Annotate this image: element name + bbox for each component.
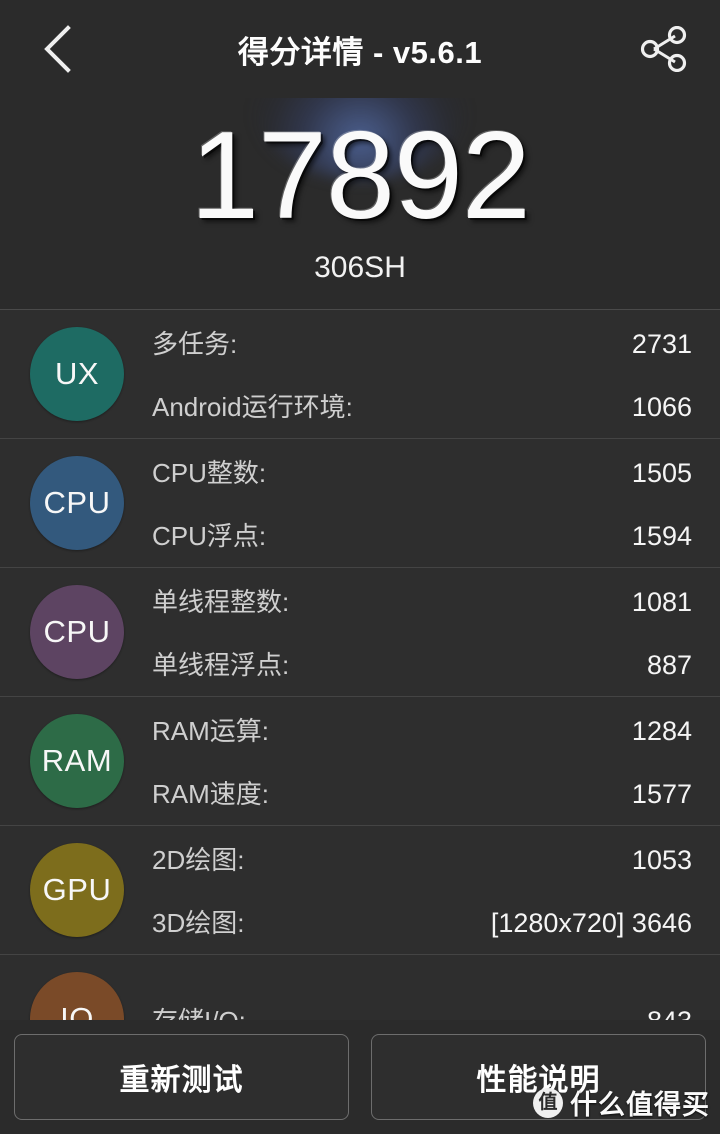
metric-value: [1280x720] 3646 [490,908,692,938]
category-badge-ux: UX [30,327,124,421]
score-group-row[interactable]: CPU CPU整数: 1505 CPU浮点: 1594 [0,438,720,567]
metric-label: 3D绘图: [152,908,245,938]
category-badge-ram: RAM [30,714,124,808]
metric-label: RAM运算: [152,716,270,746]
metric-value: 1594 [631,521,692,551]
total-score-panel: 17892 306SH [0,98,720,309]
metric-label: 存储I/O: [152,1001,246,1021]
chevron-left-icon [41,24,75,74]
page-title: 得分详情 - v5.6.1 [237,34,483,70]
metric-label: Android运行环境: [152,392,353,422]
metric-item: RAM运算: 1284 [152,711,692,748]
metric-item: 单线程浮点: 887 [152,645,692,682]
metric-item: 3D绘图: [1280x720] 3646 [152,903,692,940]
metric-item: 多任务: 2731 [152,324,692,361]
score-group-row[interactable]: CPU 单线程整数: 1081 单线程浮点: 887 [0,567,720,696]
score-group-row[interactable]: GPU 2D绘图: 1053 3D绘图: [1280x720] 3646 [0,825,720,954]
metric-item: 2D绘图: 1053 [152,840,692,877]
back-button[interactable] [20,10,96,88]
category-badge-cpu-multicore: CPU [30,456,124,550]
score-group-row[interactable]: RAM RAM运算: 1284 RAM速度: 1577 [0,696,720,825]
metric-label: 单线程浮点: [152,650,290,680]
metric-list: RAM运算: 1284 RAM速度: 1577 [152,711,692,811]
category-badge-label: CPU [43,485,111,520]
metric-value: 2731 [631,329,692,359]
total-score-value: 17892 [190,107,531,245]
metric-value: 1505 [631,458,692,488]
metric-item: 存储I/O: 843 [152,1001,692,1021]
metric-item: CPU浮点: 1594 [152,516,692,553]
metric-value: 843 [647,1006,692,1021]
category-badge-label: UX [54,356,100,391]
score-breakdown-list[interactable]: UX 多任务: 2731 Android运行环境: 1066 CPU CPU整数… [0,309,720,1020]
share-icon [639,26,689,72]
category-badge-label: IO [60,1001,94,1020]
metric-label: CPU整数: [152,458,267,488]
metric-value: 1081 [631,587,692,617]
metric-item: CPU整数: 1505 [152,453,692,490]
metric-label: CPU浮点: [152,521,267,551]
metric-label: 2D绘图: [152,845,245,875]
metric-label: RAM速度: [152,779,270,809]
performance-explanation-button[interactable]: 性能说明 [371,1034,706,1120]
category-badge-label: RAM [41,743,113,778]
metric-label: 多任务: [152,329,238,359]
category-badge-cpu-singlecore: CPU [30,585,124,679]
metric-list: 多任务: 2731 Android运行环境: 1066 [152,324,692,424]
app-header: 得分详情 - v5.6.1 [0,0,720,98]
category-badge-label: GPU [42,872,112,907]
metric-list: 单线程整数: 1081 单线程浮点: 887 [152,582,692,682]
metric-item: RAM速度: 1577 [152,774,692,811]
metric-value: 1577 [631,779,692,809]
metric-list: CPU整数: 1505 CPU浮点: 1594 [152,453,692,553]
category-badge-gpu: GPU [30,843,124,937]
metric-label: 单线程整数: [152,587,290,617]
metric-item: 单线程整数: 1081 [152,582,692,619]
score-group-row[interactable]: IO 存储I/O: 843 [0,954,720,1020]
category-badge-io: IO [30,972,124,1020]
metric-item: Android运行环境: 1066 [152,387,692,424]
metric-value: 1066 [631,392,692,422]
metric-value: 1053 [631,845,692,875]
device-model-label: 306SH [314,251,406,284]
score-group-row[interactable]: UX 多任务: 2731 Android运行环境: 1066 [0,309,720,438]
retest-button[interactable]: 重新测试 [14,1034,349,1120]
metric-list: 存储I/O: 843 [152,1001,692,1021]
bottom-action-bar: 重新测试 性能说明 [0,1020,720,1134]
metric-value: 1284 [631,716,692,746]
category-badge-label: CPU [43,614,111,649]
metric-list: 2D绘图: 1053 3D绘图: [1280x720] 3646 [152,840,692,940]
share-button[interactable] [626,10,702,88]
metric-value: 887 [646,650,692,680]
